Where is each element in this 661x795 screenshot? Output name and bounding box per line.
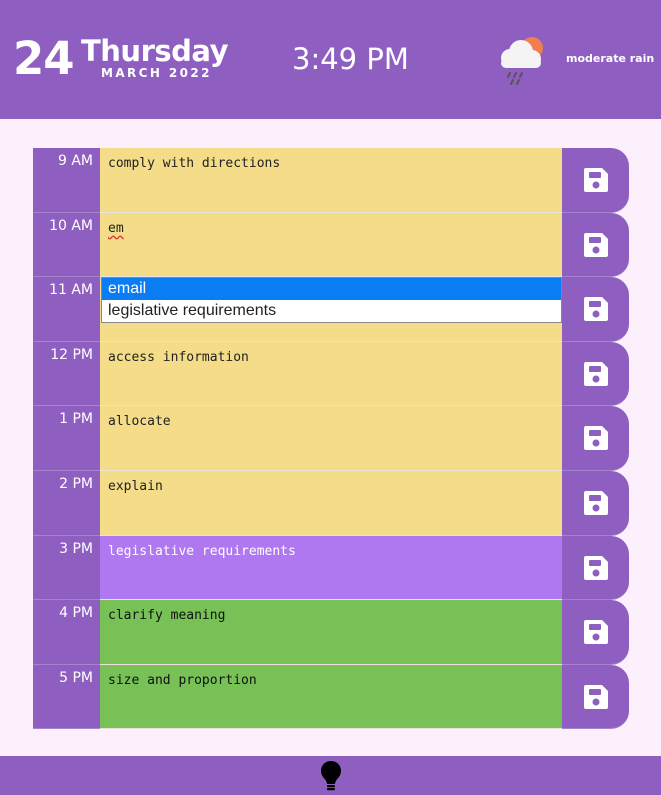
hour-label: 1 PM [33,406,100,471]
floppy-disk-icon [584,620,608,645]
floppy-disk-icon [584,490,608,515]
current-time: 3:49 PM [292,42,409,76]
autocomplete-option[interactable]: legislative requirements [102,300,561,322]
autocomplete-option[interactable]: email [102,278,561,300]
task-input[interactable]: explain [100,470,562,536]
task-input[interactable]: comply with directions [100,148,562,213]
floppy-disk-icon [584,361,608,386]
time-block: 9 AM comply with directions [33,148,629,213]
time-block: 2 PM explain [33,470,629,536]
time-block: 10 AM em [33,212,629,278]
hour-label: 2 PM [33,470,100,536]
time-block: 12 PM access information [33,341,629,407]
hour-label: 4 PM [33,600,100,665]
floppy-disk-icon [584,232,608,257]
save-button[interactable] [562,664,629,730]
hour-label: 11 AM [33,277,100,342]
task-input[interactable]: access information [100,341,562,407]
weather-description: moderate rain [566,52,655,65]
lightbulb-icon[interactable] [320,760,342,792]
header: 24 Thursday MARCH 2022 3:49 PM moderate … [0,0,661,119]
hour-label: 3 PM [33,535,100,601]
day-number: 24 [13,32,75,85]
save-button[interactable] [562,212,629,278]
month-year: MARCH 2022 [101,66,212,80]
hour-label: 9 AM [33,148,100,213]
hour-label: 5 PM [33,664,100,730]
time-block: 1 PM allocate [33,406,629,471]
task-input[interactable]: clarify meaning [100,600,562,665]
floppy-disk-icon [584,297,608,322]
save-button[interactable] [562,600,629,665]
save-button[interactable] [562,535,629,601]
task-input[interactable]: legislative requirements [100,535,562,601]
time-block: 4 PM clarify meaning [33,600,629,665]
rain-cloud-sun-icon [490,31,550,89]
task-input[interactable]: em [100,212,562,278]
time-block: 3 PM legislative requirements [33,535,629,601]
floppy-disk-icon [584,168,608,192]
hour-label: 12 PM [33,341,100,407]
floppy-disk-icon [584,426,608,451]
save-button[interactable] [562,277,629,342]
floppy-disk-icon [584,555,608,580]
task-input[interactable]: size and proportion [100,664,562,730]
footer [0,756,661,795]
task-input[interactable]: allocate [100,406,562,471]
planner: 9 AM comply with directions 10 AM em 11 … [33,148,629,730]
save-button[interactable] [562,470,629,536]
time-block: 5 PM size and proportion [33,664,629,730]
autocomplete-dropdown: email legislative requirements [101,277,562,323]
save-button[interactable] [562,148,629,213]
day-name: Thursday [81,34,228,68]
save-button[interactable] [562,341,629,407]
save-button[interactable] [562,406,629,471]
floppy-disk-icon [584,684,608,709]
hour-label: 10 AM [33,212,100,278]
